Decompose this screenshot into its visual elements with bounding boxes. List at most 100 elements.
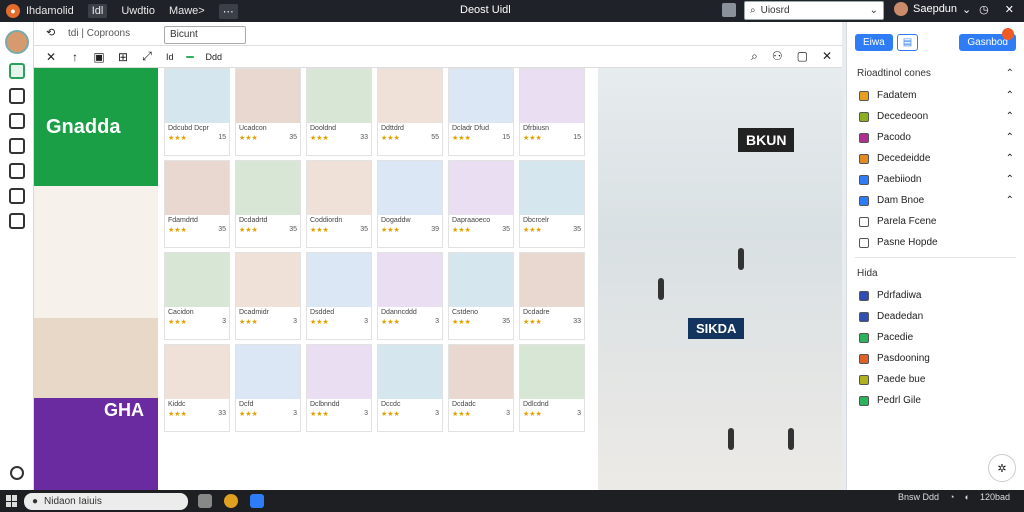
panel-item[interactable]: Paede bue [847, 369, 1024, 390]
product-card[interactable]: Dfrbiusn ★★★ 15 [519, 68, 585, 156]
chevron-up-icon[interactable]: ⌃ [1006, 174, 1014, 185]
panel-item[interactable]: Pedrl Gile [847, 390, 1024, 411]
product-card[interactable]: Dsdded ★★★ 3 [306, 252, 372, 340]
grid-icon[interactable]: ⊞ [116, 50, 130, 64]
product-card[interactable]: Coddiordn ★★★ 35 [306, 160, 372, 248]
review-count: 3 [293, 410, 297, 417]
taskbar-clock[interactable]: 120bad [980, 492, 1010, 502]
notes-icon[interactable] [722, 3, 736, 17]
menu-item-more[interactable]: ⋯ [218, 3, 238, 19]
product-card[interactable]: Ddlcdnd ★★★ 3 [519, 344, 585, 432]
edge-icon[interactable] [250, 494, 264, 508]
panel-item[interactable]: Paebiiodn ⌃ [847, 169, 1024, 190]
rating-stars: ★★★ 39 [381, 226, 439, 234]
panel-item[interactable]: Decedeoon ⌃ [847, 106, 1024, 127]
product-card[interactable]: Fdamdrtd ★★★ 35 [164, 160, 230, 248]
panel-item[interactable]: Dam Bnoe ⌃ [847, 190, 1024, 211]
chip-id[interactable]: Id [162, 51, 178, 63]
windows-start-icon[interactable] [6, 495, 18, 507]
home-icon[interactable] [9, 163, 25, 179]
store-icon[interactable] [9, 63, 25, 79]
product-card[interactable]: Dcadmidr ★★★ 3 [235, 252, 301, 340]
product-card[interactable]: Cstdeno ★★★ 35 [448, 252, 514, 340]
panel-item[interactable]: Pdrfadiwa [847, 285, 1024, 306]
user-menu[interactable]: Saepdun ⌄ [894, 2, 971, 16]
panel-item[interactable]: Pasdooning [847, 348, 1024, 369]
search-icon[interactable]: ⌕ [751, 49, 758, 64]
menu-item-2[interactable]: Uwdtio [121, 5, 155, 17]
volume-icon[interactable]: ◐ [965, 492, 970, 502]
close-icon[interactable]: ✕ [822, 49, 832, 64]
product-image [307, 253, 371, 307]
chevron-up-icon[interactable]: ⌃ [1006, 111, 1014, 122]
section-title-1[interactable]: Rioadtinol cones ⌃ [847, 62, 1024, 85]
wifi-icon[interactable]: ◔ [949, 492, 954, 502]
panel-item[interactable]: Parela Fcene [847, 211, 1024, 232]
emoji-icon[interactable] [10, 466, 24, 480]
product-card[interactable]: Dogaddw ★★★ 39 [377, 160, 443, 248]
close-icon[interactable]: ✕ [44, 50, 58, 64]
section-title-2[interactable]: Hida [847, 262, 1024, 285]
up-arrow-icon[interactable]: ↑ [68, 50, 82, 64]
product-card[interactable]: Dccdc ★★★ 3 [377, 344, 443, 432]
users-icon[interactable]: ⚇ [772, 49, 783, 64]
product-card[interactable]: Ddcubd Dcpr ★★★ 15 [164, 68, 230, 156]
chip-green[interactable] [185, 55, 194, 58]
chevron-up-icon[interactable]: ⌃ [1006, 90, 1014, 101]
list-icon[interactable] [9, 88, 25, 104]
chat-icon[interactable] [9, 188, 25, 204]
product-card[interactable]: Dcdadrtd ★★★ 35 [235, 160, 301, 248]
search-icon: ● [32, 496, 39, 507]
avatar [894, 2, 908, 16]
back-icon[interactable]: ⟲ [46, 26, 55, 39]
review-count: 3 [577, 410, 581, 417]
product-card[interactable]: Dbcrcelr ★★★ 35 [519, 160, 585, 248]
product-card[interactable]: Ucadcon ★★★ 35 [235, 68, 301, 156]
panel-item[interactable]: Pacodo ⌃ [847, 127, 1024, 148]
product-card[interactable]: Dclbnndd ★★★ 3 [306, 344, 372, 432]
product-card[interactable]: Dcdadc ★★★ 3 [448, 344, 514, 432]
product-card[interactable]: Dapraaoeco ★★★ 35 [448, 160, 514, 248]
tray-status[interactable]: Bnsw Ddd [898, 492, 939, 502]
expand-icon[interactable]: ⤢ [140, 49, 154, 64]
menu-item-3[interactable]: Mawe> [169, 5, 205, 17]
clock-icon[interactable]: ◷ [979, 3, 989, 16]
icon-button[interactable]: ▤ [896, 33, 919, 51]
divider [855, 257, 1016, 258]
taskbar-app-icon[interactable] [198, 494, 212, 508]
chevron-up-icon[interactable]: ⌃ [1006, 195, 1014, 206]
chevron-up-icon[interactable]: ⌃ [1006, 153, 1014, 164]
product-card[interactable]: Dcdadre ★★★ 33 [519, 252, 585, 340]
menu-item-1[interactable]: Idl [87, 4, 108, 18]
chevron-up-icon[interactable]: ⌃ [1006, 132, 1014, 143]
image-icon[interactable]: ▣ [92, 50, 106, 64]
rocket-icon[interactable] [9, 138, 25, 154]
avatar[interactable] [5, 30, 29, 54]
global-search-input[interactable]: ⌕ Uiosrd ⌄ [744, 1, 884, 20]
sparkle-fab-icon[interactable]: ✲ [988, 454, 1016, 482]
address-field[interactable]: tdi | Coproons [68, 28, 168, 39]
product-card[interactable]: Cacidon ★★★ 3 [164, 252, 230, 340]
primary-button[interactable]: Eiwa [855, 33, 893, 51]
close-icon[interactable]: ✕ [1005, 3, 1014, 16]
panel-item[interactable]: Pacedie [847, 327, 1024, 348]
product-card[interactable]: Dcladr Dfud ★★★ 15 [448, 68, 514, 156]
filter-select[interactable]: Bicunt [164, 26, 246, 44]
toolbar: ✕ ↑ ▣ ⊞ ⤢ Id Ddd ⌕ ⚇ ▢ ✕ [34, 46, 842, 68]
panel-item[interactable]: Decedeidde ⌃ [847, 148, 1024, 169]
window-icon[interactable]: ▢ [797, 49, 808, 64]
product-caption: Dapraaoeco [452, 217, 491, 224]
product-card[interactable]: Ddanncddd ★★★ 3 [377, 252, 443, 340]
export-icon[interactable] [9, 213, 25, 229]
product-card[interactable]: Ddttdrd ★★★ 55 [377, 68, 443, 156]
panel-item[interactable]: Fadatem ⌃ [847, 85, 1024, 106]
taskbar-search[interactable]: ● Nidaon Iaiuis [24, 493, 188, 510]
chip-ddd[interactable]: Ddd [202, 51, 227, 63]
doc-icon[interactable] [9, 113, 25, 129]
panel-item[interactable]: Deadedan [847, 306, 1024, 327]
product-card[interactable]: Kiddc ★★★ 33 [164, 344, 230, 432]
panel-item[interactable]: Pasne Hopde [847, 232, 1024, 253]
product-card[interactable]: Dcfd ★★★ 3 [235, 344, 301, 432]
product-card[interactable]: Dooldnd ★★★ 33 [306, 68, 372, 156]
chrome-icon[interactable] [224, 494, 238, 508]
